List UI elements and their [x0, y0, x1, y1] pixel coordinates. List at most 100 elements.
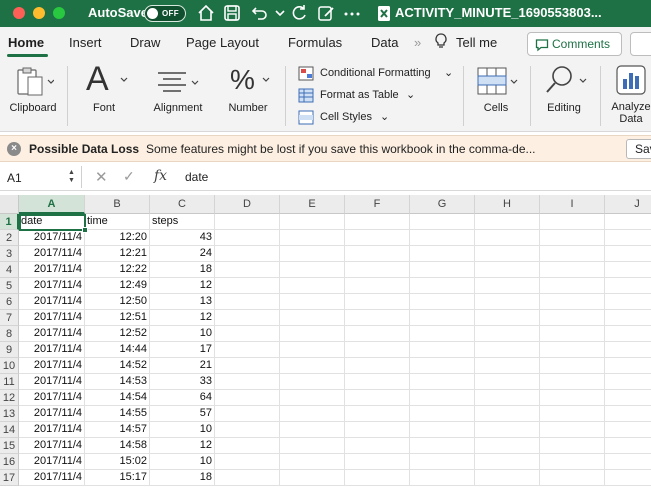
cell-j8[interactable] — [605, 326, 651, 342]
cell-g16[interactable] — [410, 454, 475, 470]
row-header[interactable]: 6 — [0, 294, 19, 310]
cell-c7[interactable]: 12 — [150, 310, 215, 326]
cell-j6[interactable] — [605, 294, 651, 310]
cell-g8[interactable] — [410, 326, 475, 342]
cell-e8[interactable] — [280, 326, 345, 342]
cell-h6[interactable] — [475, 294, 540, 310]
cell-h7[interactable] — [475, 310, 540, 326]
cell-a12[interactable]: 2017/11/4 — [19, 390, 85, 406]
cell-c16[interactable]: 10 — [150, 454, 215, 470]
cell-i16[interactable] — [540, 454, 605, 470]
cell-f8[interactable] — [345, 326, 410, 342]
row-header[interactable]: 8 — [0, 326, 19, 342]
cell-c10[interactable]: 21 — [150, 358, 215, 374]
cell-h15[interactable] — [475, 438, 540, 454]
cell-i10[interactable] — [540, 358, 605, 374]
row-header[interactable]: 16 — [0, 454, 19, 470]
font-group[interactable]: A Font — [72, 60, 136, 132]
insert-function-icon[interactable]: fx — [154, 168, 167, 184]
cell-d2[interactable] — [215, 230, 280, 246]
column-header-d[interactable]: D — [215, 195, 280, 214]
cell-e3[interactable] — [280, 246, 345, 262]
cell-e12[interactable] — [280, 390, 345, 406]
cell-h4[interactable] — [475, 262, 540, 278]
cell-d8[interactable] — [215, 326, 280, 342]
cell-e14[interactable] — [280, 422, 345, 438]
cell-d11[interactable] — [215, 374, 280, 390]
cell-b11[interactable]: 14:53 — [85, 374, 150, 390]
cell-j2[interactable] — [605, 230, 651, 246]
cell-j13[interactable] — [605, 406, 651, 422]
cell-j10[interactable] — [605, 358, 651, 374]
cell-g7[interactable] — [410, 310, 475, 326]
cell-b3[interactable]: 12:21 — [85, 246, 150, 262]
cell-f4[interactable] — [345, 262, 410, 278]
name-box[interactable]: A1 ▲ ▼ — [0, 166, 82, 188]
row-header[interactable]: 11 — [0, 374, 19, 390]
edit-icon[interactable] — [316, 3, 336, 23]
tab-page-layout[interactable]: Page Layout — [186, 35, 259, 50]
cell-g14[interactable] — [410, 422, 475, 438]
cell-i14[interactable] — [540, 422, 605, 438]
cell-d4[interactable] — [215, 262, 280, 278]
cell-b10[interactable]: 14:52 — [85, 358, 150, 374]
cell-i2[interactable] — [540, 230, 605, 246]
cell-i3[interactable] — [540, 246, 605, 262]
cell-g10[interactable] — [410, 358, 475, 374]
column-header-h[interactable]: H — [475, 195, 540, 214]
cell-b2[interactable]: 12:20 — [85, 230, 150, 246]
cell-a6[interactable]: 2017/11/4 — [19, 294, 85, 310]
cell-c2[interactable]: 43 — [150, 230, 215, 246]
close-window-button[interactable] — [13, 7, 25, 19]
chevron-down-icon[interactable] — [270, 3, 290, 23]
cell-e11[interactable] — [280, 374, 345, 390]
cell-e2[interactable] — [280, 230, 345, 246]
cell-b12[interactable]: 14:54 — [85, 390, 150, 406]
cell-d14[interactable] — [215, 422, 280, 438]
tab-home[interactable]: Home — [8, 35, 44, 50]
cell-i1[interactable] — [540, 214, 605, 230]
cell-f3[interactable] — [345, 246, 410, 262]
cell-j15[interactable] — [605, 438, 651, 454]
column-header-a[interactable]: A — [19, 195, 85, 214]
cell-c1[interactable]: steps — [150, 214, 215, 230]
cell-i15[interactable] — [540, 438, 605, 454]
cell-h8[interactable] — [475, 326, 540, 342]
cell-f15[interactable] — [345, 438, 410, 454]
column-header-c[interactable]: C — [150, 195, 215, 214]
row-header[interactable]: 10 — [0, 358, 19, 374]
cell-f14[interactable] — [345, 422, 410, 438]
cell-h11[interactable] — [475, 374, 540, 390]
cell-d1[interactable] — [215, 214, 280, 230]
row-header[interactable]: 15 — [0, 438, 19, 454]
name-box-stepper-icon[interactable]: ▲ ▼ — [68, 169, 75, 185]
cell-d3[interactable] — [215, 246, 280, 262]
cell-g6[interactable] — [410, 294, 475, 310]
spreadsheet-grid[interactable]: A B C D E F G H I J 1 date time steps 2 2017/11/4 12:20 4… — [0, 195, 651, 487]
cell-e1[interactable] — [280, 214, 345, 230]
home-icon[interactable] — [196, 3, 216, 23]
cell-f9[interactable] — [345, 342, 410, 358]
cell-a13[interactable]: 2017/11/4 — [19, 406, 85, 422]
cell-g12[interactable] — [410, 390, 475, 406]
cell-g15[interactable] — [410, 438, 475, 454]
cell-c13[interactable]: 57 — [150, 406, 215, 422]
cell-e13[interactable] — [280, 406, 345, 422]
cell-f12[interactable] — [345, 390, 410, 406]
cell-b15[interactable]: 14:58 — [85, 438, 150, 454]
cell-h13[interactable] — [475, 406, 540, 422]
cell-c15[interactable]: 12 — [150, 438, 215, 454]
more-icon[interactable] — [342, 3, 362, 23]
cell-d9[interactable] — [215, 342, 280, 358]
cell-a7[interactable]: 2017/11/4 — [19, 310, 85, 326]
cell-b5[interactable]: 12:49 — [85, 278, 150, 294]
cell-d6[interactable] — [215, 294, 280, 310]
cell-i13[interactable] — [540, 406, 605, 422]
cell-f2[interactable] — [345, 230, 410, 246]
cell-b6[interactable]: 12:50 — [85, 294, 150, 310]
cell-e10[interactable] — [280, 358, 345, 374]
cell-f16[interactable] — [345, 454, 410, 470]
cell-a14[interactable]: 2017/11/4 — [19, 422, 85, 438]
cancel-entry-icon[interactable]: ✕ — [95, 168, 108, 186]
cell-j3[interactable] — [605, 246, 651, 262]
